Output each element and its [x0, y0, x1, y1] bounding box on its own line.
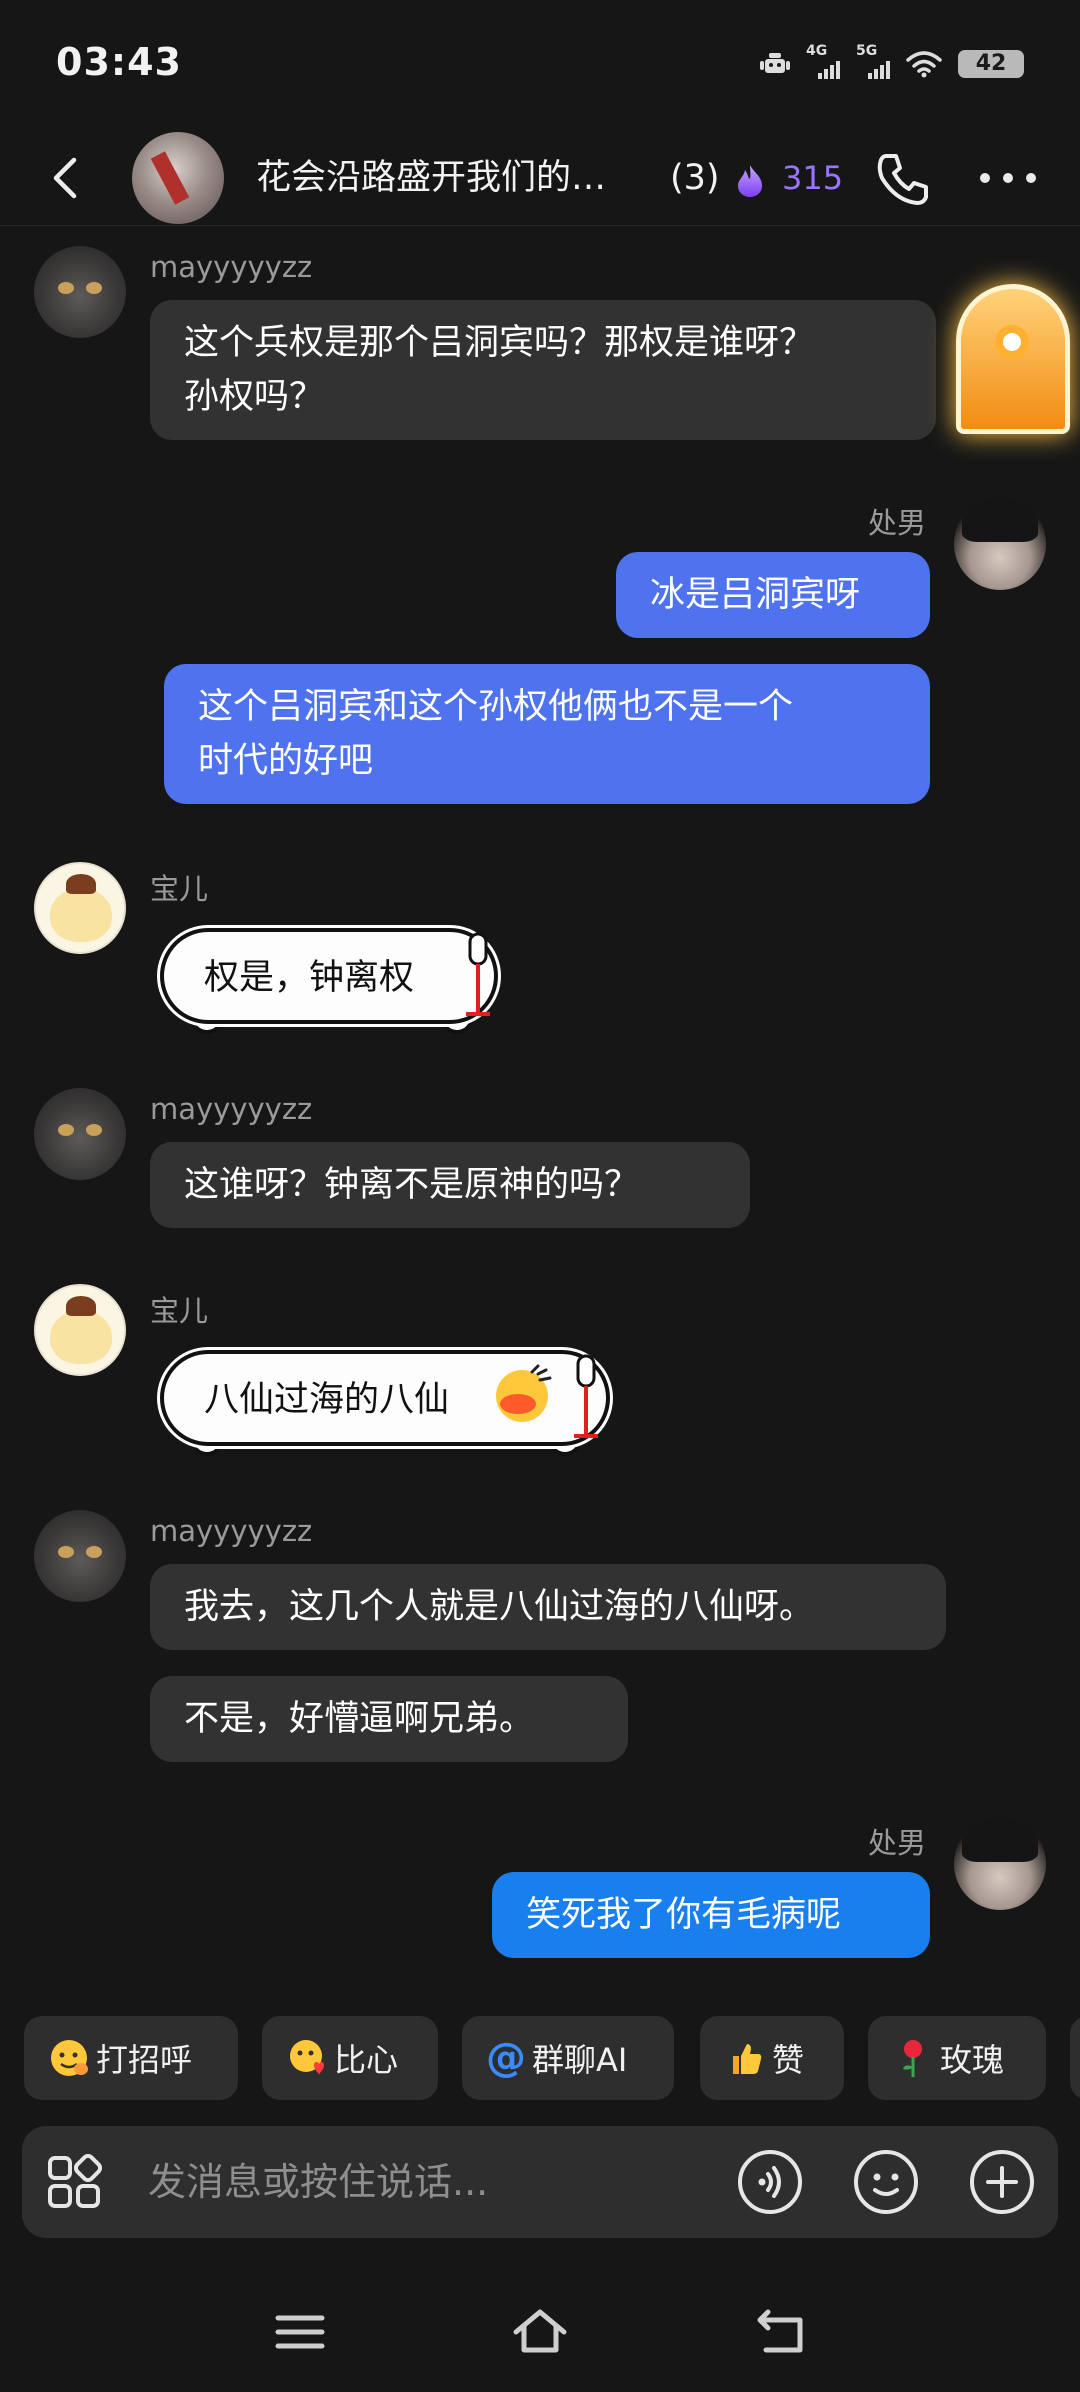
- status-icons: 4G 5G 42: [760, 43, 1024, 84]
- message-text: 不是，好懵逼啊兄弟。: [184, 1699, 535, 1739]
- message-bubble[interactable]: 笑死我了你有毛病呢: [492, 1872, 930, 1958]
- apps-grid-icon[interactable]: [46, 2154, 102, 2210]
- message-text: 冰是吕洞宾呀: [650, 575, 861, 615]
- status-time: 03:43: [56, 40, 182, 84]
- avatar-baoer[interactable]: [34, 862, 126, 954]
- emoji-icon[interactable]: [852, 2148, 920, 2216]
- quick-reply-ai[interactable]: @ 群聊AI: [462, 2016, 674, 2100]
- quick-reply-like[interactable]: 赞: [700, 2016, 844, 2100]
- message-input-bar: 发消息或按住说话...: [22, 2126, 1058, 2238]
- message-bubble[interactable]: 这个兵权是那个吕洞宾吗？那权是谁呀？ 孙权吗？: [150, 300, 936, 440]
- thumbs-up-icon: [724, 2037, 766, 2079]
- phone-call-icon[interactable]: [872, 148, 934, 210]
- microphone-icon: [466, 932, 490, 1016]
- chevron-left-icon: [53, 157, 77, 199]
- sender-name: mayyyyyzz: [150, 1514, 313, 1548]
- message-bubble[interactable]: 冰是吕洞宾呀: [616, 552, 930, 638]
- avatar-mayyyyyzz[interactable]: [34, 1510, 126, 1602]
- avatar-chunan[interactable]: [954, 1818, 1046, 1910]
- message-input[interactable]: 发消息或按住说话...: [148, 2126, 488, 2238]
- status-bar: 03:43 4G 5G 42: [0, 0, 1080, 130]
- kiss-emoji-icon: [496, 1364, 552, 1422]
- add-icon[interactable]: [968, 2148, 1036, 2216]
- message-text: 我去，这几个人就是八仙过海的八仙呀。: [184, 1587, 815, 1627]
- heart-hands-emoji-icon: [286, 2037, 328, 2079]
- sender-name: 处男: [868, 506, 927, 540]
- more-options-button[interactable]: [976, 150, 1040, 206]
- voice-icon[interactable]: [736, 2148, 804, 2216]
- message-bubble[interactable]: 这谁呀？钟离不是原神的吗？: [150, 1142, 750, 1228]
- sender-name: 处男: [868, 1826, 927, 1860]
- quick-reply-label: 比心: [334, 2041, 399, 2079]
- flame-icon: [738, 165, 762, 197]
- message-bubble[interactable]: 我去，这几个人就是八仙过海的八仙呀。: [150, 1564, 946, 1650]
- wifi-icon: [906, 51, 942, 78]
- message-text: 八仙过海的八仙: [204, 1380, 450, 1420]
- quick-reply-greet[interactable]: 打招呼: [24, 2016, 238, 2100]
- quick-reply-label: 打招呼: [96, 2041, 193, 2079]
- quick-reply-more[interactable]: [1070, 2016, 1080, 2100]
- home-icon[interactable]: [510, 2302, 570, 2362]
- message-bubble[interactable]: 这个吕洞宾和这个孙权他俩也不是一个 时代的好吧: [164, 664, 930, 804]
- quick-reply-heart[interactable]: 比心: [262, 2016, 438, 2100]
- sender-name: 宝儿: [150, 1294, 209, 1328]
- sender-name: mayyyyyzz: [150, 250, 313, 284]
- avatar-mayyyyyzz[interactable]: [34, 1088, 126, 1180]
- message-text: 权是，钟离权: [204, 958, 415, 998]
- quick-reply-label: 赞: [772, 2041, 805, 2079]
- avatar-mayyyyyzz[interactable]: [34, 246, 126, 338]
- message-text: 这个吕洞宾和这个孙权他俩也不是一个: [198, 687, 794, 727]
- rose-icon: [892, 2037, 934, 2079]
- wave-emoji-icon: [48, 2037, 90, 2079]
- quick-reply-label: 玫瑰: [940, 2041, 1005, 2079]
- sender-name: mayyyyyzz: [150, 1092, 313, 1126]
- door-decoration-icon[interactable]: [956, 284, 1070, 434]
- avatar-baoer[interactable]: [34, 1284, 126, 1376]
- sender-name: 宝儿: [150, 872, 209, 906]
- group-avatar[interactable]: [132, 132, 224, 224]
- menu-icon[interactable]: [270, 2302, 330, 2362]
- chat-header: 花会沿路盛开我们的… (3) 315: [0, 130, 1080, 226]
- microphone-icon: [574, 1354, 598, 1438]
- at-icon: @: [486, 2035, 526, 2081]
- avatar-chunan[interactable]: [954, 498, 1046, 590]
- sticker-message-bubble[interactable]: 权是，钟离权: [160, 928, 498, 1024]
- quick-reply-label: 群聊AI: [532, 2041, 628, 2079]
- signal-4g-icon: 4G: [806, 43, 840, 79]
- back-button[interactable]: [40, 150, 90, 206]
- back-nav-icon[interactable]: [752, 2302, 812, 2362]
- signal-5g-icon: 5G: [856, 43, 890, 79]
- message-text: 时代的好吧: [198, 741, 374, 781]
- message-bubble[interactable]: 不是，好懵逼啊兄弟。: [150, 1676, 628, 1762]
- system-nav-bar: [0, 2290, 1080, 2392]
- message-text: 这谁呀？钟离不是原神的吗？: [184, 1165, 640, 1205]
- member-count: (3): [670, 158, 720, 198]
- quick-reply-rose[interactable]: 玫瑰: [868, 2016, 1046, 2100]
- message-text: 孙权吗？: [184, 377, 325, 417]
- quick-reply-bar: 打招呼 比心 @ 群聊AI 赞 玫瑰: [24, 2016, 1080, 2102]
- message-text: 笑死我了你有毛病呢: [526, 1895, 842, 1935]
- battery-indicator: 42: [958, 50, 1024, 78]
- message-text: 这个兵权是那个吕洞宾吗？那权是谁呀？: [184, 323, 815, 363]
- android-bot-icon: [760, 53, 790, 73]
- streak-count: 315: [782, 159, 844, 197]
- chat-title[interactable]: 花会沿路盛开我们的…: [256, 150, 656, 206]
